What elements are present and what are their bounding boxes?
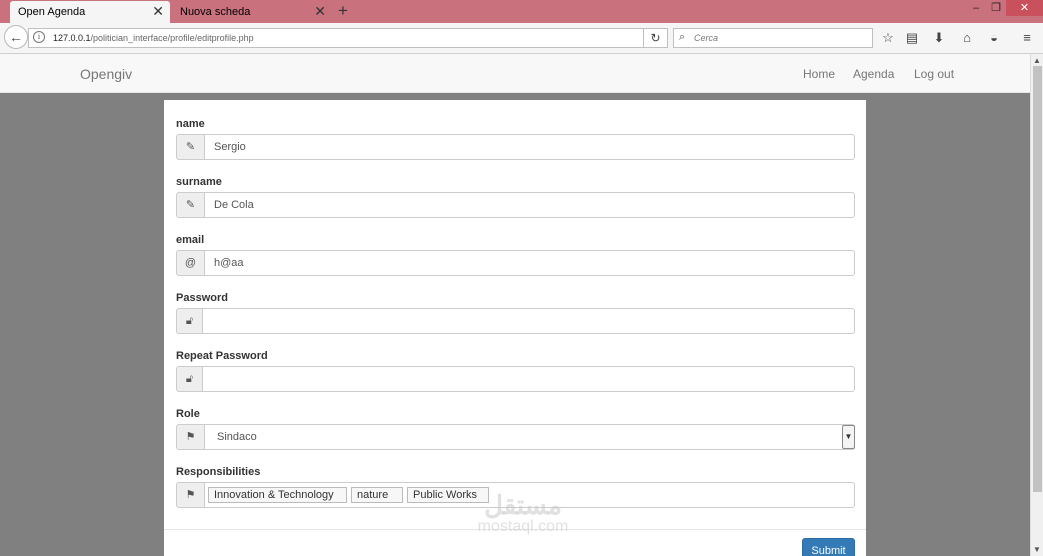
url-bar[interactable]: i 127.0.0.1/politician_interface/profile…	[28, 28, 668, 48]
email-input[interactable]: h@aa	[204, 250, 855, 276]
reload-icon[interactable]: ↻	[643, 29, 667, 47]
close-window-icon[interactable]: ✕	[1006, 0, 1043, 16]
tab-label: Nuova scheda	[180, 6, 251, 18]
url-text: 127.0.0.1/politician_interface/profile/e…	[53, 33, 254, 43]
surname-input[interactable]: De Cola	[204, 192, 855, 218]
pocket-icon[interactable]: ◒	[985, 29, 1003, 47]
name-input[interactable]: Sergio	[204, 134, 855, 160]
role-select[interactable]: Sindaco	[204, 424, 855, 450]
chevron-down-icon[interactable]: ▼	[842, 425, 855, 449]
email-input-group: @ h@aa	[176, 250, 855, 276]
password-label: Password	[176, 292, 228, 304]
url-path: /politician_interface/profile/editprofil…	[90, 33, 254, 43]
search-bar[interactable]: ⌕ Cerca	[673, 28, 873, 48]
field-repeat-password: Repeat Password 🔓︎	[176, 350, 855, 392]
responsibility-tag[interactable]: nature	[351, 487, 403, 503]
site-navbar: Opengiv Home Agenda Log out	[0, 54, 1030, 93]
responsibility-tag[interactable]: Public Works	[407, 487, 489, 503]
role-selected-value: Sindaco	[217, 431, 257, 443]
flag-icon: ⚑	[176, 482, 205, 508]
nav-link-home[interactable]: Home	[803, 67, 835, 81]
field-password: Password 🔓︎	[176, 292, 855, 334]
new-tab-plus-icon[interactable]: +	[338, 1, 348, 21]
scroll-down-icon[interactable]: ▼	[1033, 545, 1041, 554]
email-label: email	[176, 234, 205, 246]
repeat-password-input[interactable]	[202, 366, 855, 392]
field-responsibilities: Responsibilities ⚑ Innovation & Technolo…	[176, 466, 855, 508]
page-viewport: Opengiv Home Agenda Log out name ✎ Sergi…	[0, 54, 1030, 556]
responsibilities-label: Responsibilities	[176, 466, 261, 478]
responsibility-tag[interactable]: Innovation & Technology	[208, 487, 347, 503]
password-input[interactable]	[202, 308, 855, 334]
submit-button[interactable]: Submit	[802, 538, 855, 556]
responsibilities-tag-input[interactable]: Innovation & Technology nature Public Wo…	[204, 482, 855, 508]
search-icon: ⌕	[679, 31, 686, 43]
flag-icon: ⚑	[176, 424, 205, 450]
name-label: name	[176, 118, 205, 130]
url-host: 127.0.0.1	[53, 33, 91, 43]
tab-open-agenda[interactable]: Open Agenda ✕	[10, 1, 170, 23]
scrollbar-thumb[interactable]	[1033, 66, 1042, 492]
form-divider	[164, 529, 866, 530]
tab-new-tab[interactable]: Nuova scheda ✕	[172, 1, 332, 23]
responsibilities-input-group: ⚑ Innovation & Technology nature Public …	[176, 482, 855, 508]
restore-window-icon[interactable]: ❐	[986, 0, 1006, 16]
nav-link-agenda[interactable]: Agenda	[853, 67, 894, 81]
close-tab-icon[interactable]: ✕	[152, 3, 164, 20]
nav-link-logout[interactable]: Log out	[914, 67, 954, 81]
surname-input-group: ✎ De Cola	[176, 192, 855, 218]
role-input-group: ⚑ Sindaco ▼	[176, 424, 855, 450]
browser-tab-bar: Open Agenda ✕ Nuova scheda ✕ + – ❐ ✕	[0, 0, 1043, 23]
back-arrow-icon[interactable]: ←	[4, 25, 28, 49]
edit-profile-card: name ✎ Sergio surname ✎ De Cola email @ …	[164, 100, 866, 556]
role-label: Role	[176, 408, 200, 420]
search-placeholder: Cerca	[694, 33, 719, 43]
password-input-group: 🔓︎	[176, 308, 855, 334]
reading-list-icon[interactable]: ▤	[903, 29, 921, 47]
download-icon[interactable]: ⬇	[930, 29, 948, 47]
close-tab-icon[interactable]: ✕	[314, 3, 326, 20]
at-icon: @	[176, 250, 205, 276]
name-input-group: ✎ Sergio	[176, 134, 855, 160]
field-surname: surname ✎ De Cola	[176, 176, 855, 218]
vertical-scrollbar[interactable]: ▲ ▼	[1030, 54, 1043, 556]
pencil-icon: ✎	[176, 134, 205, 160]
browser-nav-bar: ← i 127.0.0.1/politician_interface/profi…	[0, 23, 1043, 54]
field-name: name ✎ Sergio	[176, 118, 855, 160]
hamburger-menu-icon[interactable]: ≡	[1018, 29, 1036, 47]
info-icon[interactable]: i	[33, 31, 45, 43]
minimize-window-icon[interactable]: –	[966, 0, 986, 16]
pencil-icon: ✎	[176, 192, 205, 218]
site-brand[interactable]: Opengiv	[80, 66, 132, 82]
home-icon[interactable]: ⌂	[958, 29, 976, 47]
lock-icon: 🔓︎	[176, 366, 203, 392]
field-role: Role ⚑ Sindaco ▼	[176, 408, 855, 450]
surname-label: surname	[176, 176, 222, 188]
tab-label: Open Agenda	[18, 6, 86, 18]
field-email: email @ h@aa	[176, 234, 855, 276]
star-icon[interactable]: ☆	[879, 29, 897, 47]
repeat-password-input-group: 🔓︎	[176, 366, 855, 392]
scroll-up-icon[interactable]: ▲	[1033, 56, 1041, 65]
repeat-password-label: Repeat Password	[176, 350, 268, 362]
lock-icon: 🔓︎	[176, 308, 203, 334]
